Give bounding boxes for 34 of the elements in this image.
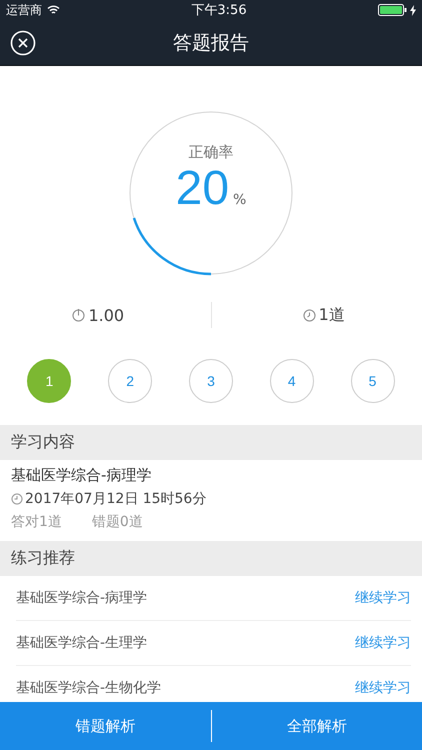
clock-icon (302, 308, 316, 322)
question-number-button[interactable]: 4 (270, 359, 314, 403)
question-number-button[interactable]: 3 (188, 359, 233, 403)
course-name: 基础医学综合-病理学 (16, 589, 148, 607)
battery-icon (378, 4, 408, 16)
continue-link[interactable]: 继续学习 (355, 589, 411, 607)
wifi-icon (47, 5, 60, 15)
clock-icon (11, 493, 23, 505)
course-name: 基础医学综合-生物化学 (16, 679, 162, 697)
score-label: 正确率 (188, 143, 234, 162)
score-value: 20 (176, 162, 230, 216)
charging-icon (410, 4, 416, 16)
page-title: 答题报告 (173, 30, 249, 56)
continue-link[interactable]: 继续学习 (355, 679, 411, 697)
study-date: 2017年07月12日 15时56分 (25, 490, 206, 508)
status-time: 下午3:56 (191, 2, 247, 19)
score-unit: % (233, 192, 246, 208)
section-header: 练习推荐 (0, 541, 422, 576)
course-name: 基础医学综合-生理学 (16, 634, 148, 652)
carrier-label: 运营商 (6, 2, 42, 18)
question-number-button[interactable]: 2 (108, 359, 152, 403)
correct-count: 答对1道 (11, 513, 62, 531)
analysis-button[interactable]: 错题解析 (0, 702, 210, 750)
stat-value: 1道 (318, 304, 345, 326)
wrong-count: 错题0道 (92, 513, 143, 531)
analysis-button[interactable]: 全部解析 (212, 702, 422, 750)
question-number-button[interactable]: 5 (350, 359, 395, 403)
section-header: 学习内容 (0, 425, 422, 460)
stat-value: 1.00 (88, 306, 124, 324)
study-title: 基础医学综合-病理学 (11, 466, 152, 485)
close-button[interactable] (10, 30, 36, 56)
stopwatch-icon (72, 308, 86, 322)
question-number-button[interactable]: 1 (27, 359, 72, 403)
continue-link[interactable]: 继续学习 (355, 634, 411, 652)
